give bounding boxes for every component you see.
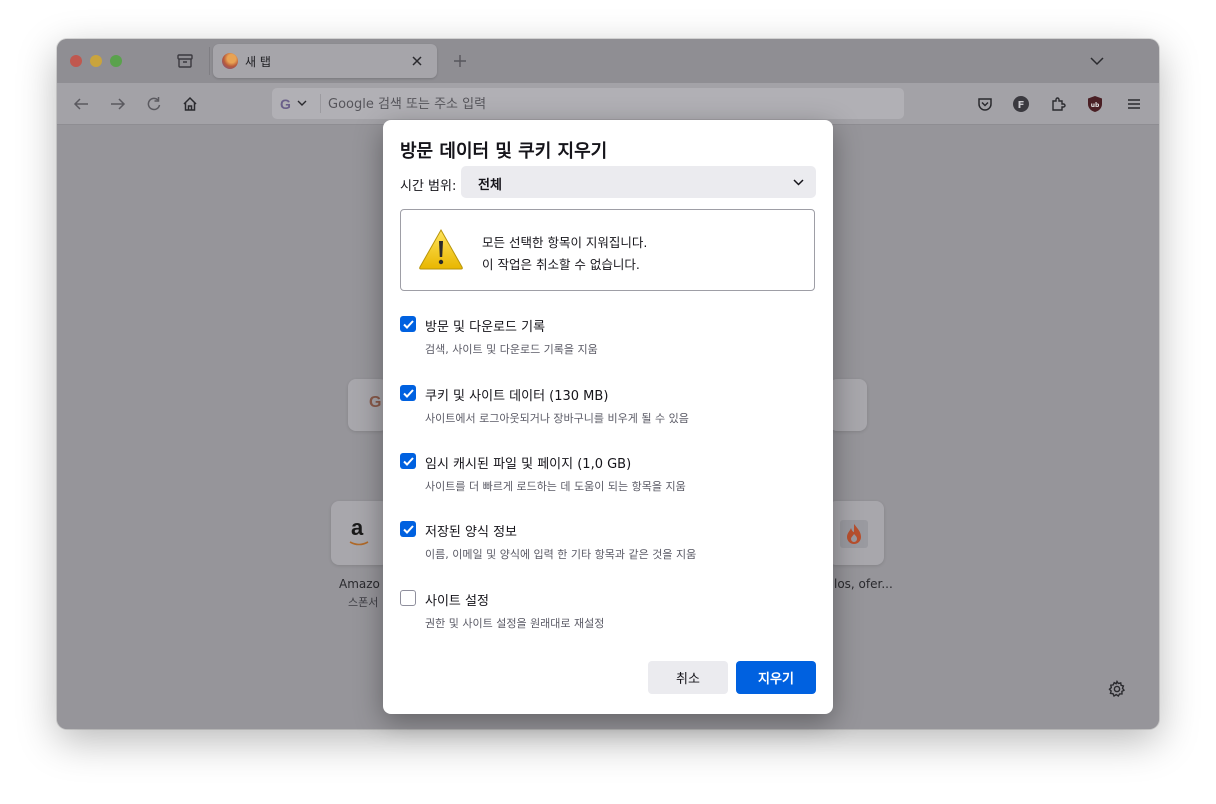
close-window-button[interactable] bbox=[70, 55, 82, 67]
option-history[interactable]: 방문 및 다운로드 기록 검색, 사이트 및 다운로드 기록을 지움 bbox=[400, 315, 820, 365]
option-cookies[interactable]: 쿠키 및 사이트 데이터 (130 MB) 사이트에서 로그아웃되거나 장바구니… bbox=[400, 384, 820, 434]
extensions-puzzle-icon[interactable] bbox=[1047, 93, 1069, 115]
home-icon[interactable] bbox=[179, 93, 201, 115]
dialog-title: 방문 데이터 및 쿠키 지우기 bbox=[400, 141, 608, 162]
shortcut-label-right: los, ofer... bbox=[834, 577, 893, 591]
gear-icon[interactable] bbox=[1107, 679, 1127, 699]
search-tile-right[interactable] bbox=[829, 379, 867, 431]
tab-divider bbox=[209, 47, 210, 75]
time-range-value: 전체 bbox=[478, 178, 502, 193]
nav-toolbar: G F ub bbox=[57, 83, 1159, 125]
menu-hamburger-icon[interactable] bbox=[1123, 93, 1145, 115]
tab-list-icon[interactable] bbox=[175, 51, 195, 71]
shortcut-label-amazon: Amazo bbox=[339, 577, 380, 591]
warning-box: 모든 선택한 항목이 지워집니다. 이 작업은 취소할 수 없습니다. bbox=[400, 209, 815, 291]
option-description: 이름, 이메일 및 양식에 입력 한 기타 항목과 같은 것을 지움 bbox=[425, 548, 697, 561]
google-icon: G bbox=[369, 394, 382, 411]
minimize-window-button[interactable] bbox=[90, 55, 102, 67]
option-label: 쿠키 및 사이트 데이터 (130 MB) bbox=[425, 389, 609, 404]
checkbox-cookies[interactable] bbox=[400, 385, 416, 401]
chevron-down-icon[interactable] bbox=[1087, 51, 1107, 71]
shortcut-tile-right[interactable] bbox=[828, 501, 884, 565]
url-input[interactable] bbox=[326, 94, 890, 115]
amazon-icon: a bbox=[351, 515, 364, 540]
shortcut-sponsor-label: 스폰서 bbox=[348, 596, 379, 609]
close-icon[interactable] bbox=[407, 51, 427, 71]
checkbox-cache[interactable] bbox=[400, 453, 416, 469]
address-bar[interactable]: G bbox=[272, 88, 904, 119]
cancel-button[interactable]: 취소 bbox=[648, 661, 728, 694]
tab-bar: 새 탭 bbox=[57, 39, 1159, 83]
clear-data-dialog: 방문 데이터 및 쿠키 지우기 시간 범위: 전체 모든 선택한 항목이 지워집… bbox=[383, 120, 833, 714]
checkmark-icon bbox=[402, 524, 414, 534]
reload-icon[interactable] bbox=[143, 93, 165, 115]
time-range-label: 시간 범위: bbox=[400, 179, 457, 194]
warning-icon bbox=[419, 228, 463, 270]
option-label: 임시 캐시된 파일 및 페이지 (1,0 GB) bbox=[425, 457, 632, 472]
account-avatar-icon[interactable]: F bbox=[1010, 93, 1032, 115]
checkmark-icon bbox=[402, 319, 414, 329]
option-label: 저장된 양식 정보 bbox=[425, 525, 517, 540]
zoom-window-button[interactable] bbox=[110, 55, 122, 67]
checkbox-history[interactable] bbox=[400, 316, 416, 332]
shortcut-tile-amazon[interactable]: a bbox=[331, 501, 389, 565]
svg-text:F: F bbox=[1018, 100, 1025, 111]
option-label: 사이트 설정 bbox=[425, 594, 489, 609]
tab-title: 새 탭 bbox=[245, 55, 271, 69]
option-label: 방문 및 다운로드 기록 bbox=[425, 320, 546, 335]
checkbox-form-data[interactable] bbox=[400, 521, 416, 537]
search-engine-button[interactable]: G bbox=[280, 93, 320, 114]
warning-text-line2: 이 작업은 취소할 수 없습니다. bbox=[482, 257, 640, 272]
back-arrow-icon[interactable] bbox=[70, 93, 92, 115]
search-tile-left[interactable]: G bbox=[348, 379, 388, 431]
plus-icon[interactable] bbox=[450, 51, 470, 71]
option-description: 권한 및 사이트 설정을 원래대로 재설정 bbox=[425, 617, 605, 630]
forward-arrow-icon[interactable] bbox=[107, 93, 129, 115]
checkbox-site-settings[interactable] bbox=[400, 590, 416, 606]
option-form-data[interactable]: 저장된 양식 정보 이름, 이메일 및 양식에 입력 한 기타 항목과 같은 것… bbox=[400, 520, 820, 570]
clear-button[interactable]: 지우기 bbox=[736, 661, 816, 694]
ublock-shield-icon[interactable]: ub bbox=[1084, 93, 1106, 115]
flame-logo-icon bbox=[840, 520, 868, 548]
tab-new-tab[interactable]: 새 탭 bbox=[213, 44, 437, 78]
checkmark-icon bbox=[402, 388, 414, 398]
warning-text-line1: 모든 선택한 항목이 지워집니다. bbox=[482, 235, 648, 250]
option-cache[interactable]: 임시 캐시된 파일 및 페이지 (1,0 GB) 사이트를 더 빠르게 로드하는… bbox=[400, 452, 820, 502]
chevron-down-icon bbox=[792, 176, 804, 188]
chevron-down-icon bbox=[297, 100, 307, 106]
option-description: 사이트에서 로그아웃되거나 장바구니를 비우게 될 수 있음 bbox=[425, 412, 689, 425]
option-description: 사이트를 더 빠르게 로드하는 데 도움이 되는 항목을 지움 bbox=[425, 480, 686, 493]
option-description: 검색, 사이트 및 다운로드 기록을 지움 bbox=[425, 343, 598, 356]
amazon-smile-icon bbox=[349, 541, 369, 546]
firefox-icon bbox=[222, 53, 238, 69]
checkmark-icon bbox=[402, 456, 414, 466]
url-separator bbox=[320, 94, 321, 113]
svg-text:ub: ub bbox=[1091, 102, 1100, 109]
time-range-select[interactable]: 전체 bbox=[461, 166, 816, 198]
pocket-icon[interactable] bbox=[974, 93, 996, 115]
google-icon: G bbox=[280, 95, 291, 112]
option-site-settings[interactable]: 사이트 설정 권한 및 사이트 설정을 원래대로 재설정 bbox=[400, 589, 820, 639]
